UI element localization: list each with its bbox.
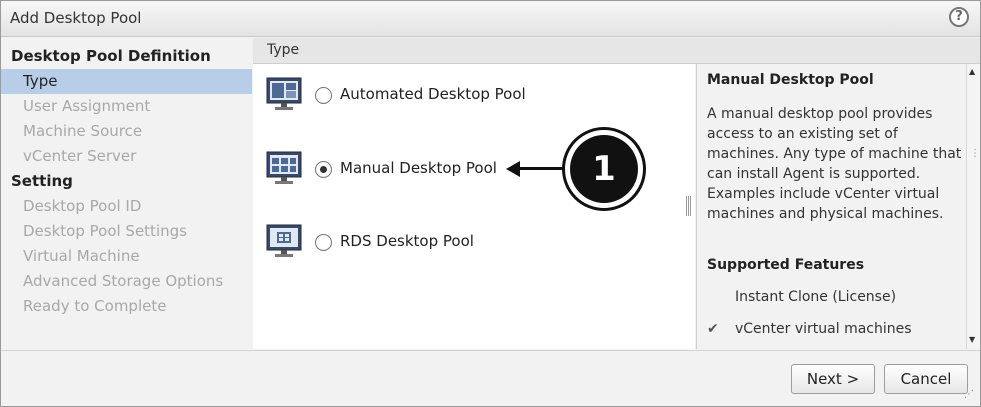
main-header-title: Type (267, 42, 300, 58)
radio-rds[interactable] (315, 234, 332, 251)
nav-item-vcenter-server: vCenter Server (23, 147, 137, 165)
nav-section-definition: Desktop Pool Definition (11, 47, 211, 65)
rds-pool-icon (266, 224, 302, 257)
nav-item-virtual-machine: Virtual Machine (23, 247, 140, 265)
scroll-thumb-grip-icon[interactable]: ⋮⋮ (970, 148, 981, 159)
dialog-title: Add Desktop Pool (10, 9, 142, 27)
feature-item: Instant Clone (License) (735, 289, 897, 305)
description-body: A manual desktop pool provides access to… (707, 106, 962, 222)
panel-splitter-handle[interactable] (686, 196, 692, 216)
manual-pool-icon (266, 151, 302, 184)
check-icon: ✔ (707, 321, 719, 337)
cancel-button[interactable]: Cancel (884, 364, 968, 394)
option-rds-desktop-pool[interactable]: RDS Desktop Pool (253, 223, 513, 263)
option-label-manual: Manual Desktop Pool (340, 159, 497, 177)
nav-item-advanced-storage-options: Advanced Storage Options (23, 272, 224, 290)
option-manual-desktop-pool[interactable]: Manual Desktop Pool (253, 150, 513, 190)
help-icon[interactable]: ? (949, 7, 969, 27)
wizard-nav: Desktop Pool Definition Type User Assign… (1, 41, 252, 349)
add-desktop-pool-dialog: Add Desktop Pool ? Desktop Pool Definiti… (0, 0, 981, 407)
nav-item-user-assignment: User Assignment (23, 97, 151, 115)
main-header: Type (253, 38, 980, 64)
option-label-automated: Automated Desktop Pool (340, 85, 526, 103)
callout-number: 1 (570, 135, 638, 203)
callout-pointer-line (517, 167, 565, 170)
radio-manual[interactable] (315, 161, 332, 178)
resize-grip-icon[interactable]: ⋰ (964, 389, 974, 400)
callout-number-badge: 1 (562, 127, 646, 211)
scroll-down-arrow-icon[interactable]: ▼ (969, 335, 975, 344)
nav-item-desktop-pool-id: Desktop Pool ID (23, 197, 142, 215)
nav-item-ready-to-complete: Ready to Complete (23, 297, 167, 315)
description-title: Manual Desktop Pool (707, 72, 874, 88)
nav-item-machine-source: Machine Source (23, 122, 143, 140)
automated-pool-icon (266, 77, 302, 110)
option-label-rds: RDS Desktop Pool (340, 232, 474, 250)
next-button[interactable]: Next > (791, 364, 875, 394)
pool-type-options: Automated Desktop Pool Manual Desktop Po… (253, 64, 695, 349)
supported-features-heading: Supported Features (707, 257, 865, 273)
nav-item-desktop-pool-settings: Desktop Pool Settings (23, 222, 187, 240)
radio-automated[interactable] (315, 87, 332, 104)
description-scrollbar[interactable]: ▲ ⋮⋮ ▼ (966, 64, 981, 349)
scroll-up-arrow-icon[interactable]: ▲ (969, 67, 975, 76)
callout-arrowhead (506, 161, 520, 177)
nav-item-type[interactable]: Type (1, 69, 252, 94)
dialog-footer: Next > Cancel (1, 350, 980, 406)
feature-item: ✔ vCenter virtual machines (707, 321, 912, 337)
nav-section-setting: Setting (11, 172, 73, 190)
option-automated-desktop-pool[interactable]: Automated Desktop Pool (253, 76, 553, 116)
title-bar: Add Desktop Pool ? (1, 1, 980, 37)
description-panel: Manual Desktop Pool A manual desktop poo… (696, 64, 965, 349)
